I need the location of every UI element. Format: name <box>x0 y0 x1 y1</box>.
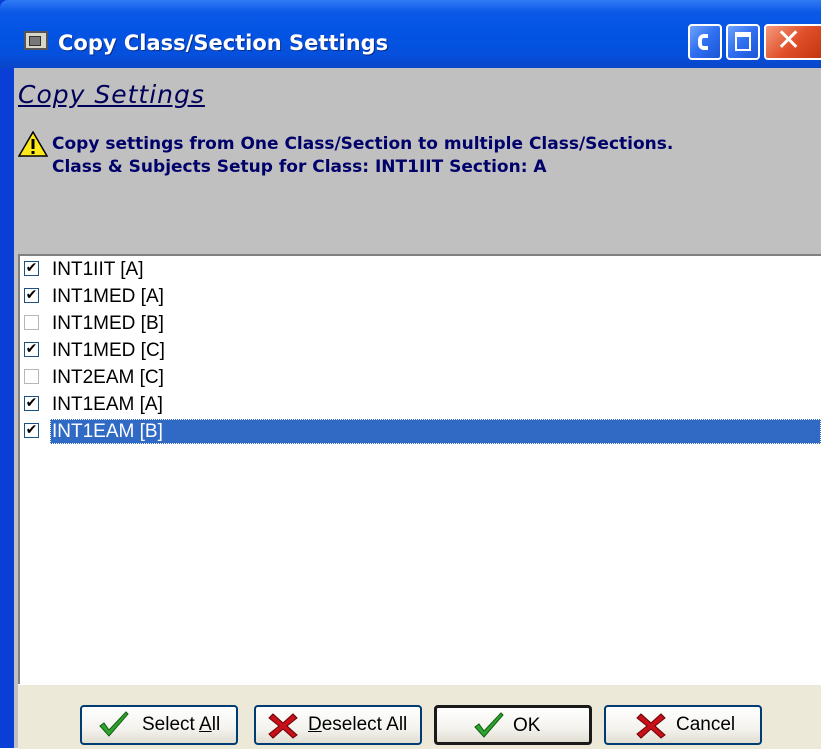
button-bar: Select All Deselect All OK Cancel <box>18 684 821 749</box>
item-label: INT1EAM [A] <box>52 394 163 415</box>
item-checkbox[interactable]: ✔ <box>24 261 39 276</box>
deselect-all-label: Deselect All <box>308 714 407 736</box>
item-label: INT1MED [C] <box>52 340 165 361</box>
item-label: INT2EAM [C] <box>52 367 164 388</box>
minimize-button[interactable] <box>688 24 722 60</box>
list-item-selected[interactable]: ✔ INT1EAM [B] <box>20 418 821 445</box>
title-bar[interactable]: Copy Class/Section Settings ✕ <box>0 0 821 68</box>
red-x-icon <box>636 713 666 739</box>
list-item[interactable]: INT1MED [B] <box>20 310 821 337</box>
window-title: Copy Class/Section Settings <box>58 31 389 55</box>
deselect-all-label-post: eselect All <box>321 714 408 735</box>
red-x-icon <box>268 713 298 739</box>
close-button[interactable]: ✕ <box>764 23 821 60</box>
info-message-line-1: Copy settings from One Class/Section to … <box>52 134 674 154</box>
close-icon: ✕ <box>776 23 802 58</box>
list-item[interactable]: ✔ INT1IIT [A] <box>20 256 821 283</box>
item-label: INT1IIT [A] <box>52 259 144 280</box>
ok-button[interactable]: OK <box>434 705 592 745</box>
list-item[interactable]: INT2EAM [C] <box>20 364 821 391</box>
app-icon[interactable] <box>24 31 48 50</box>
item-checkbox[interactable] <box>24 315 39 330</box>
item-checkbox[interactable]: ✔ <box>24 342 39 357</box>
item-checkbox[interactable]: ✔ <box>24 423 39 438</box>
deselect-all-accel: D <box>308 714 322 735</box>
warning-icon <box>18 131 48 157</box>
select-all-accel: A <box>199 714 212 735</box>
item-checkbox[interactable]: ✔ <box>24 288 39 303</box>
class-section-list[interactable]: ✔ INT1IIT [A] ✔ INT1MED [A] INT1MED [B] … <box>18 254 821 684</box>
ok-label: OK <box>513 715 541 736</box>
item-label: INT1MED [B] <box>52 313 164 334</box>
info-message: Copy settings from One Class/Section to … <box>52 133 673 179</box>
page-title: Copy Settings <box>18 80 205 109</box>
item-checkbox[interactable]: ✔ <box>24 396 39 411</box>
select-all-label: Select All <box>142 714 220 736</box>
item-label: INT1EAM [B] <box>52 421 163 442</box>
list-item[interactable]: ✔ INT1MED [A] <box>20 283 821 310</box>
green-check-icon <box>474 712 504 738</box>
list-item[interactable]: ✔ INT1EAM [A] <box>20 391 821 418</box>
header-panel: Copy Settings Copy settings from One Cla… <box>14 68 821 254</box>
select-all-label-post: ll <box>211 714 221 735</box>
info-message-line-2: Class & Subjects Setup for Class: INT1II… <box>52 157 547 177</box>
selection-highlight <box>50 419 821 444</box>
deselect-all-button[interactable]: Deselect All <box>254 705 422 745</box>
dialog-client-area: Copy Settings Copy settings from One Cla… <box>14 68 821 749</box>
cancel-label: Cancel <box>676 714 736 735</box>
item-checkbox[interactable] <box>24 369 39 384</box>
maximize-button[interactable] <box>726 24 760 60</box>
cancel-button[interactable]: Cancel <box>604 705 762 745</box>
dialog-window: Copy Class/Section Settings ✕ Copy Setti… <box>0 0 821 749</box>
list-item[interactable]: ✔ INT1MED [C] <box>20 337 821 364</box>
select-all-button[interactable]: Select All <box>80 705 238 745</box>
select-all-label-pre: Select <box>142 714 200 735</box>
item-label: INT1MED [A] <box>52 286 164 307</box>
green-check-icon <box>99 711 129 737</box>
